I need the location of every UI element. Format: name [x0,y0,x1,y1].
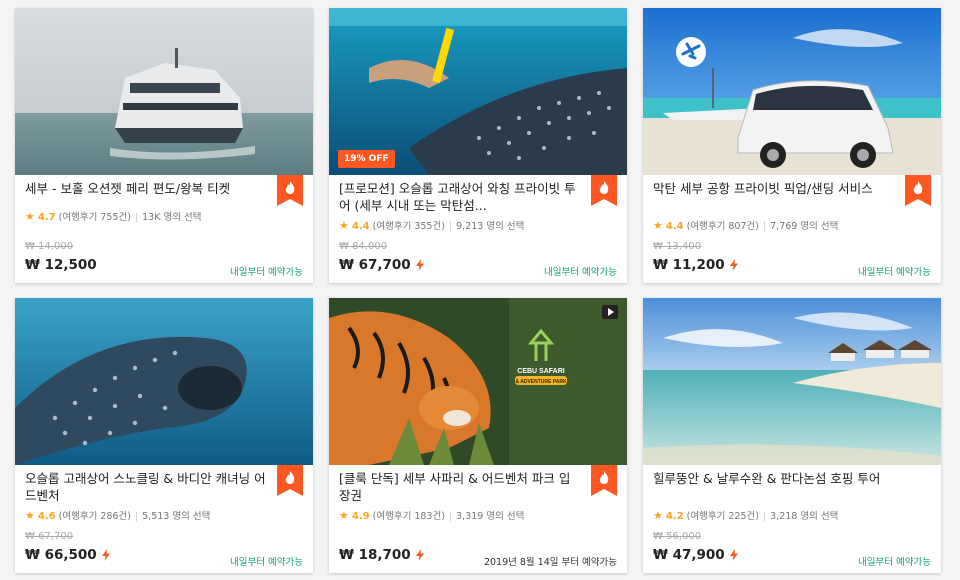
rating: 4.4 [665,221,684,232]
activity-card[interactable]: 힐루뚱안 & 날루수완 & 판다논섬 호핑 투어 ★ 4.2 (여행후기 225… [643,298,941,573]
activity-card[interactable]: 오슬롭 고래상어 스노클링 & 바디안 캐녀닝 어드벤처 ★ 4.6 (여행후기… [15,298,313,573]
card-image-airport-van [643,8,941,175]
card-meta: ★ 4.4 (여행후기 807건) | 7,769 명의 선택 [653,219,839,232]
star-icon: ★ [339,509,349,522]
availability: 내일부터 예약가능 [230,267,303,278]
star-icon: ★ [339,219,349,232]
bolt-icon [415,259,424,271]
availability: 내일부터 예약가능 [230,557,303,568]
booked-count: 7,769 명의 선택 [770,221,839,232]
card-meta: ★ 4.9 (여행후기 183건) | 3,319 명의 선택 [339,509,525,522]
price: ₩ 67,700 [339,257,424,273]
card-title: 힐루뚱안 & 날루수완 & 판다논섬 호핑 투어 [653,471,881,486]
fire-icon [905,175,931,206]
logo-line-1: CEBU SAFARI [517,368,565,375]
card-image-whaleshark-snorkel [15,298,313,465]
rating: 4.7 [37,212,56,223]
review-count: (여행후기 225건) [686,511,759,522]
availability: 내일부터 예약가능 [858,557,931,568]
card-title: [프로모션] 오슬롭 고래상어 와칭 프라이빗 투어 (세부 시내 또는 막탄섬… [339,181,576,213]
card-meta: ★ 4.7 (여행후기 755건) | 13K 명의 선택 [25,210,202,223]
availability: 2019년 8월 14일 부터 예약가능 [483,557,617,568]
card-title: 오슬롭 고래상어 스노클링 & 바디안 캐녀닝 어드벤처 [25,471,266,503]
activity-card[interactable]: 19% OFF [프로모션] 오슬롭 고래상어 와칭 프라이빗 투어 (세부 시… [329,8,627,283]
hot-badge [591,465,617,496]
fire-icon [591,465,617,496]
activity-card[interactable]: 막탄 세부 공항 프라이빗 픽업/샌딩 서비스 ★ 4.4 (여행후기 807건… [643,8,941,283]
old-price: ₩ 84,000 [339,241,388,252]
hot-badge [905,175,931,206]
hot-badge [591,175,617,206]
bolt-icon [729,549,738,561]
old-price: ₩ 67,700 [25,531,74,542]
activity-grid: 세부 - 보홀 오션젯 페리 편도/왕복 티켓 ★ 4.7 (여행후기 755건… [0,0,960,580]
booked-count: 9,213 명의 선택 [456,221,525,232]
review-count: (여행후기 807건) [686,221,759,232]
video-icon[interactable] [602,305,618,319]
card-image-ferry [15,8,313,175]
review-count: (여행후기 355건) [372,221,445,232]
price: ₩ 66,500 [25,547,110,563]
discount-badge: 19% OFF [338,150,395,168]
card-meta: ★ 4.6 (여행후기 286건) | 5,513 명의 선택 [25,509,211,522]
booked-count: 3,319 명의 선택 [456,511,525,522]
rating: 4.6 [37,511,56,522]
activity-card[interactable]: CEBU SAFARI & ADVENTURE PARK [클룩 단독] 세부 … [329,298,627,573]
old-price: ₩ 56,000 [653,531,702,542]
activity-card[interactable]: 세부 - 보홀 오션젯 페리 편도/왕복 티켓 ★ 4.7 (여행후기 755건… [15,8,313,283]
card-image-safari-tiger: CEBU SAFARI & ADVENTURE PARK [329,298,627,465]
star-icon: ★ [25,210,35,223]
card-meta: ★ 4.2 (여행후기 225건) | 3,218 명의 선택 [653,509,839,522]
price: ₩ 18,700 [339,547,424,563]
booked-count: 5,513 명의 선택 [142,511,211,522]
card-title: [클룩 단독] 세부 사파리 & 어드벤처 파크 입장권 [339,471,571,503]
card-title: 막탄 세부 공항 프라이빗 픽업/샌딩 서비스 [653,181,873,196]
card-meta: ★ 4.4 (여행후기 355건) | 9,213 명의 선택 [339,219,525,232]
rating: 4.2 [665,511,684,522]
availability: 내일부터 예약가능 [858,267,931,278]
logo-line-2: & ADVENTURE PARK [515,379,567,385]
price: ₩ 12,500 [25,257,97,273]
old-price: ₩ 14,000 [25,241,74,252]
bolt-icon [729,259,738,271]
card-image-island-hopping [643,298,941,465]
old-price: ₩ 13,400 [653,241,702,252]
fire-icon [591,175,617,206]
rating: 4.4 [351,221,370,232]
bolt-icon [415,549,424,561]
fire-icon [277,465,303,496]
fire-icon [277,175,303,206]
booked-count: 13K 명의 선택 [142,212,202,223]
hot-badge [277,175,303,206]
review-count: (여행후기 755건) [58,212,131,223]
review-count: (여행후기 183건) [372,511,445,522]
bolt-icon [101,549,110,561]
review-count: (여행후기 286건) [58,511,131,522]
star-icon: ★ [653,219,663,232]
price: ₩ 47,900 [653,547,738,563]
booked-count: 3,218 명의 선택 [770,511,839,522]
card-title: 세부 - 보홀 오션젯 페리 편도/왕복 티켓 [25,181,231,196]
star-icon: ★ [653,509,663,522]
star-icon: ★ [25,509,35,522]
availability: 내일부터 예약가능 [544,267,617,278]
price: ₩ 11,200 [653,257,738,273]
hot-badge [277,465,303,496]
rating: 4.9 [351,511,370,522]
